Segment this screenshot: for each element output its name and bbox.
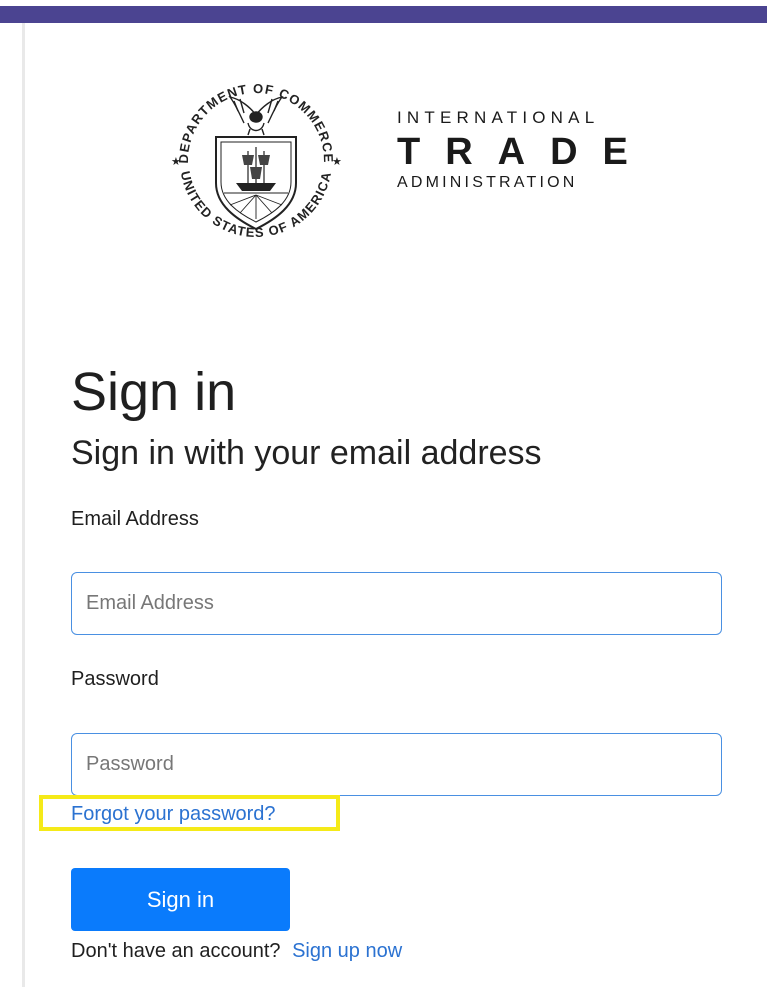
password-input[interactable] <box>71 733 722 796</box>
left-divider <box>22 23 25 987</box>
logo-line-administration: ADMINISTRATION <box>397 174 578 191</box>
page-subtitle: Sign in with your email address <box>71 434 542 472</box>
signup-row: Don't have an account? Sign up now <box>71 936 402 966</box>
password-label: Password <box>71 668 159 690</box>
sign-in-button[interactable]: Sign in <box>71 868 290 931</box>
page-title: Sign in <box>71 362 237 422</box>
sign-up-link[interactable]: Sign up now <box>292 940 402 962</box>
forgot-password-link[interactable]: Forgot your password? <box>71 800 276 828</box>
seal-star-icon: ★ <box>332 155 342 168</box>
international-trade-administration-logo: INTERNATIONAL TRADE ADMINISTRATION <box>397 108 637 193</box>
department-of-commerce-seal-logo: DEPARTMENT OF COMMERCE UNITED STATES OF … <box>171 81 342 240</box>
seal-star-icon: ★ <box>171 155 181 168</box>
signup-prompt: Don't have an account? <box>71 940 281 962</box>
shield-icon <box>215 136 297 231</box>
top-accent-bar <box>0 6 767 23</box>
email-input[interactable] <box>71 572 722 635</box>
logo-line-international: INTERNATIONAL <box>397 108 600 127</box>
logo-line-trade: TRADE <box>397 131 653 173</box>
email-label: Email Address <box>71 508 199 530</box>
eagle-icon <box>228 95 284 136</box>
